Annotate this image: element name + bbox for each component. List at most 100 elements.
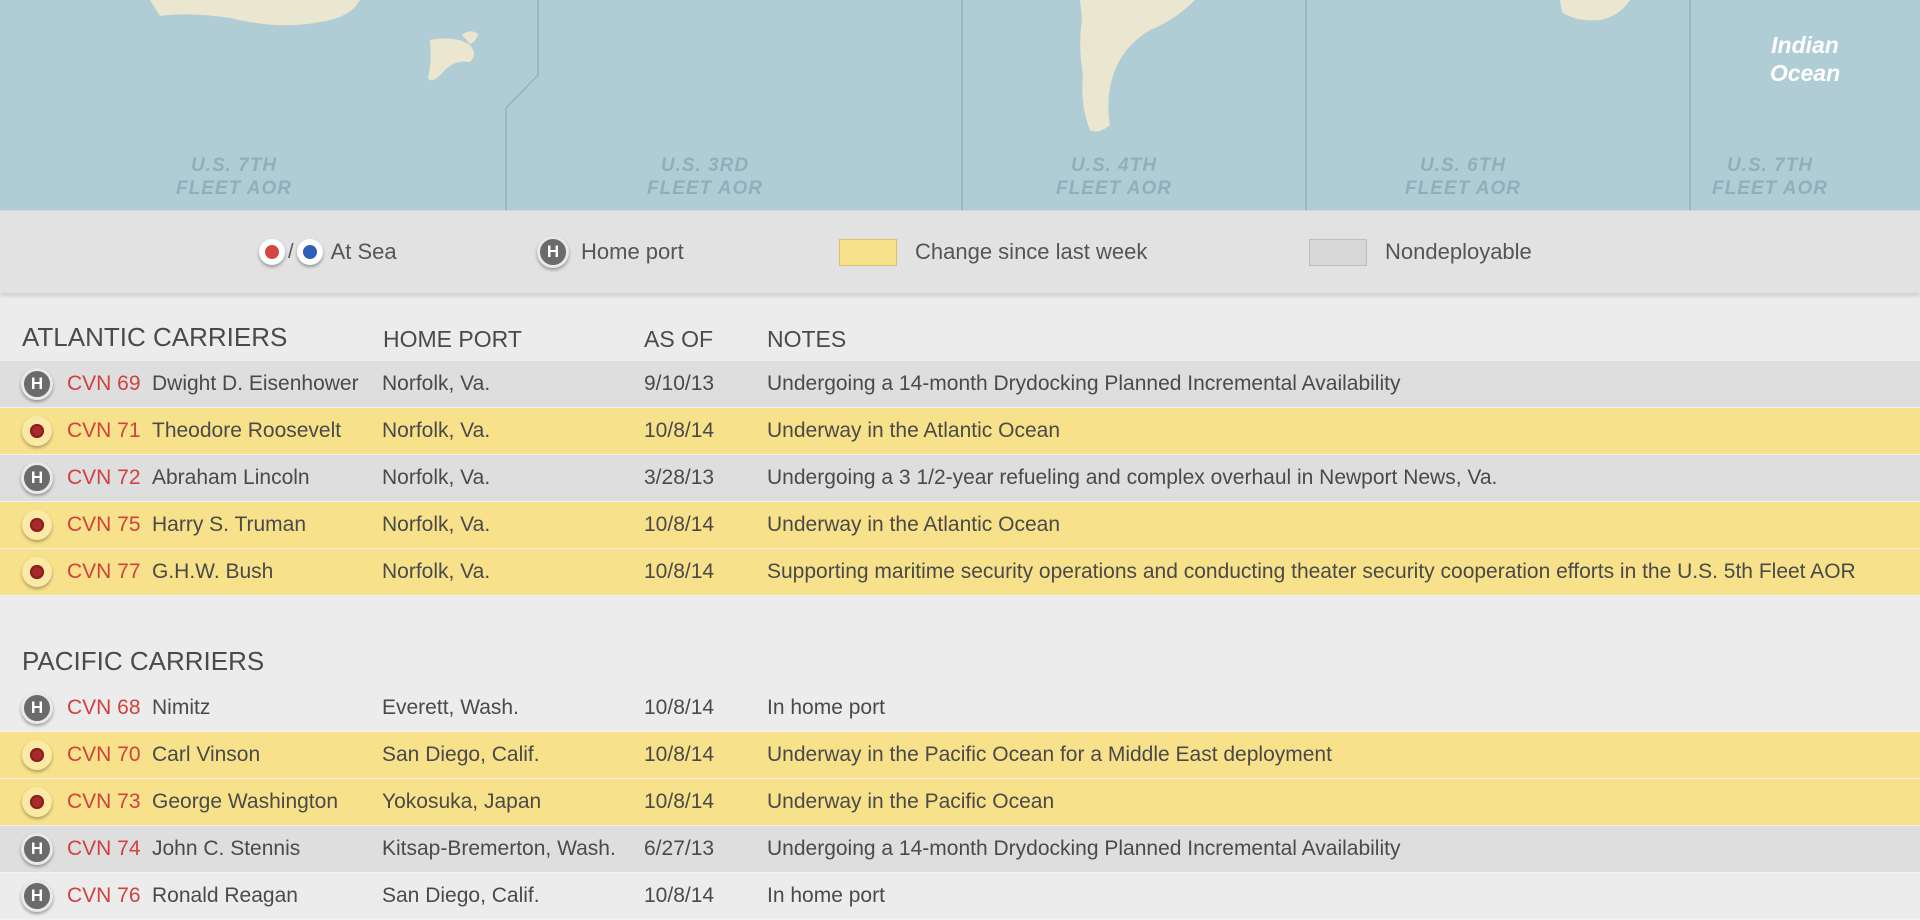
status-indicator: H	[21, 833, 53, 865]
hull-number: CVN 70	[67, 743, 141, 766]
legend-change-label: Change since last week	[915, 239, 1148, 264]
as-of-cell: 10/8/14	[644, 790, 715, 813]
australia-landmass	[150, 0, 360, 26]
africa-landmass	[1560, 0, 1630, 21]
at-sea-icon	[22, 510, 52, 540]
region-label-3rd-fleet: U.S. 3RD FLEET AOR	[615, 154, 795, 200]
home-port-cell: Norfolk, Va.	[382, 372, 491, 395]
pacific-table: H CVN 68 Nimitz Everett, Wash. 10/8/14 In hom…	[0, 685, 1920, 920]
carrier-name: Ronald Reagan	[152, 884, 298, 907]
atlantic-header-row: ATLANTIC CARRIERS HOME PORT AS OF NOTES	[0, 293, 1920, 361]
legend-at-sea: / At Sea	[259, 211, 397, 293]
region-label-7th-fleet-east: U.S. 7TH FLEET AOR	[1680, 154, 1860, 200]
home-port-cell: Kitsap-Bremerton, Wash.	[382, 837, 616, 860]
notes-cell: Underway in the Pacific Ocean	[767, 790, 1055, 813]
status-indicator: H	[21, 692, 53, 724]
home-port-icon: H	[21, 368, 53, 400]
status-indicator	[21, 739, 52, 775]
table-row: CVN 70 Carl Vinson San Diego, Calif. 10/8/1…	[0, 732, 1920, 779]
notes-cell: Underway in the Atlantic Ocean	[767, 513, 1060, 536]
carrier-name: Abraham Lincoln	[152, 466, 310, 489]
atlantic-table: H CVN 69 Dwight D. Eisenhower Norfolk, Va. 9…	[0, 361, 1920, 596]
fleet-map: Indian Ocean U.S. 7TH FLEET AOR U.S. 3RD…	[0, 0, 1920, 210]
as-of-cell: 10/8/14	[644, 419, 715, 442]
hull-number: CVN 71	[67, 419, 141, 442]
home-port-cell: San Diego, Calif.	[382, 884, 540, 907]
notes-cell: Underway in the Atlantic Ocean	[767, 419, 1060, 442]
carrier-name: Harry S. Truman	[152, 513, 307, 536]
legend-home-port: H Home port	[537, 211, 684, 293]
region-label-line: FLEET AOR	[647, 178, 763, 199]
home-port-icon: H	[537, 236, 569, 268]
at-sea-icon	[22, 740, 52, 770]
notes-cell: In home port	[767, 884, 885, 907]
region-label-line: U.S. 7TH	[190, 155, 278, 176]
home-port-cell: Everett, Wash.	[382, 696, 519, 719]
legend-nondeployable-label: Nondeployable	[1385, 239, 1532, 264]
section-title: PACIFIC CARRIERS	[22, 646, 265, 676]
region-label-6th-fleet: U.S. 6TH FLEET AOR	[1373, 154, 1553, 200]
home-port-cell: San Diego, Calif.	[382, 743, 540, 766]
section-title: ATLANTIC CARRIERS	[22, 322, 288, 352]
ocean-label-line: Ocean	[1769, 60, 1841, 86]
table-row: CVN 73 George Washington Yokosuka, Japan 10…	[0, 779, 1920, 826]
grey-swatch-icon	[1309, 238, 1367, 266]
status-indicator: H	[21, 462, 53, 494]
as-of-cell: 6/27/13	[644, 837, 715, 860]
region-label-line: U.S. 4TH	[1070, 155, 1158, 176]
notes-cell: Undergoing a 14-month Drydocking Planned…	[767, 372, 1401, 395]
as-of-cell: 10/8/14	[644, 696, 715, 719]
indian-ocean-label: Indian Ocean	[1740, 31, 1870, 87]
at-sea-icon	[22, 787, 52, 817]
home-port-icon: H	[21, 462, 53, 494]
blue-dot-icon	[296, 239, 323, 265]
column-header-notes: NOTES	[767, 326, 847, 352]
home-port-cell: Norfolk, Va.	[382, 513, 491, 536]
hull-number: CVN 72	[67, 466, 141, 489]
table-row: H CVN 69 Dwight D. Eisenhower Norfolk, Va. 9…	[0, 361, 1920, 408]
as-of-cell: 10/8/14	[644, 884, 715, 907]
hull-number: CVN 77	[67, 560, 141, 583]
table-row: H CVN 68 Nimitz Everett, Wash. 10/8/14 In hom…	[0, 685, 1920, 732]
hull-number: CVN 75	[67, 513, 141, 536]
table-row: H CVN 76 Ronald Reagan San Diego, Calif. 10/…	[0, 873, 1920, 920]
carrier-name: Nimitz	[152, 696, 211, 719]
hull-number: CVN 73	[67, 790, 141, 813]
table-row: CVN 71 Theodore Roosevelt Norfolk, Va. 10/8…	[0, 408, 1920, 455]
hull-number: CVN 76	[67, 884, 141, 907]
south-america-landmass	[1080, 0, 1195, 132]
aor-boundary-line	[505, 0, 539, 210]
notes-cell: In home port	[767, 696, 885, 719]
region-label-line: U.S. 7TH	[1726, 155, 1814, 176]
legend: / At Sea H Home port Change since last w…	[0, 210, 1920, 293]
column-header-as-of: AS OF	[644, 326, 714, 352]
at-sea-icon	[22, 416, 52, 446]
status-indicator: H	[21, 368, 53, 400]
pacific-header-row: PACIFIC CARRIERS	[0, 596, 1920, 685]
region-label-line: U.S. 3RD	[660, 155, 750, 176]
carrier-name: G.H.W. Bush	[152, 560, 274, 583]
home-port-icon: H	[21, 880, 53, 912]
home-port-icon: H	[21, 692, 53, 724]
carrier-name: George Washington	[152, 790, 338, 813]
yellow-swatch-icon	[839, 238, 897, 266]
legend-separator: /	[288, 240, 294, 263]
notes-cell: Undergoing a 3 1/2-year refueling and co…	[767, 466, 1498, 489]
hull-number: CVN 69	[67, 372, 141, 395]
home-port-cell: Norfolk, Va.	[382, 419, 491, 442]
region-label-line: FLEET AOR	[1712, 178, 1828, 199]
table-row: H CVN 74 John C. Stennis Kitsap-Bremerton, …	[0, 826, 1920, 873]
table-row: CVN 75 Harry S. Truman Norfolk, Va. 10/8/14…	[0, 502, 1920, 549]
carrier-name: John C. Stennis	[152, 837, 301, 860]
hull-number: CVN 74	[67, 837, 141, 860]
legend-home-port-label: Home port	[581, 239, 684, 264]
ocean-label-line: Indian	[1771, 32, 1839, 58]
region-label-line: FLEET AOR	[176, 178, 292, 199]
region-label-line: U.S. 6TH	[1419, 155, 1507, 176]
carrier-name: Theodore Roosevelt	[152, 419, 342, 442]
notes-cell: Undergoing a 14-month Drydocking Planned…	[767, 837, 1401, 860]
notes-cell: Underway in the Pacific Ocean for a Midd…	[767, 743, 1332, 766]
table-row: CVN 77 G.H.W. Bush Norfolk, Va. 10/8/14 Supp…	[0, 549, 1920, 596]
region-label-line: FLEET AOR	[1056, 178, 1172, 199]
table-row: H CVN 72 Abraham Lincoln Norfolk, Va. 3/28/1…	[0, 455, 1920, 502]
